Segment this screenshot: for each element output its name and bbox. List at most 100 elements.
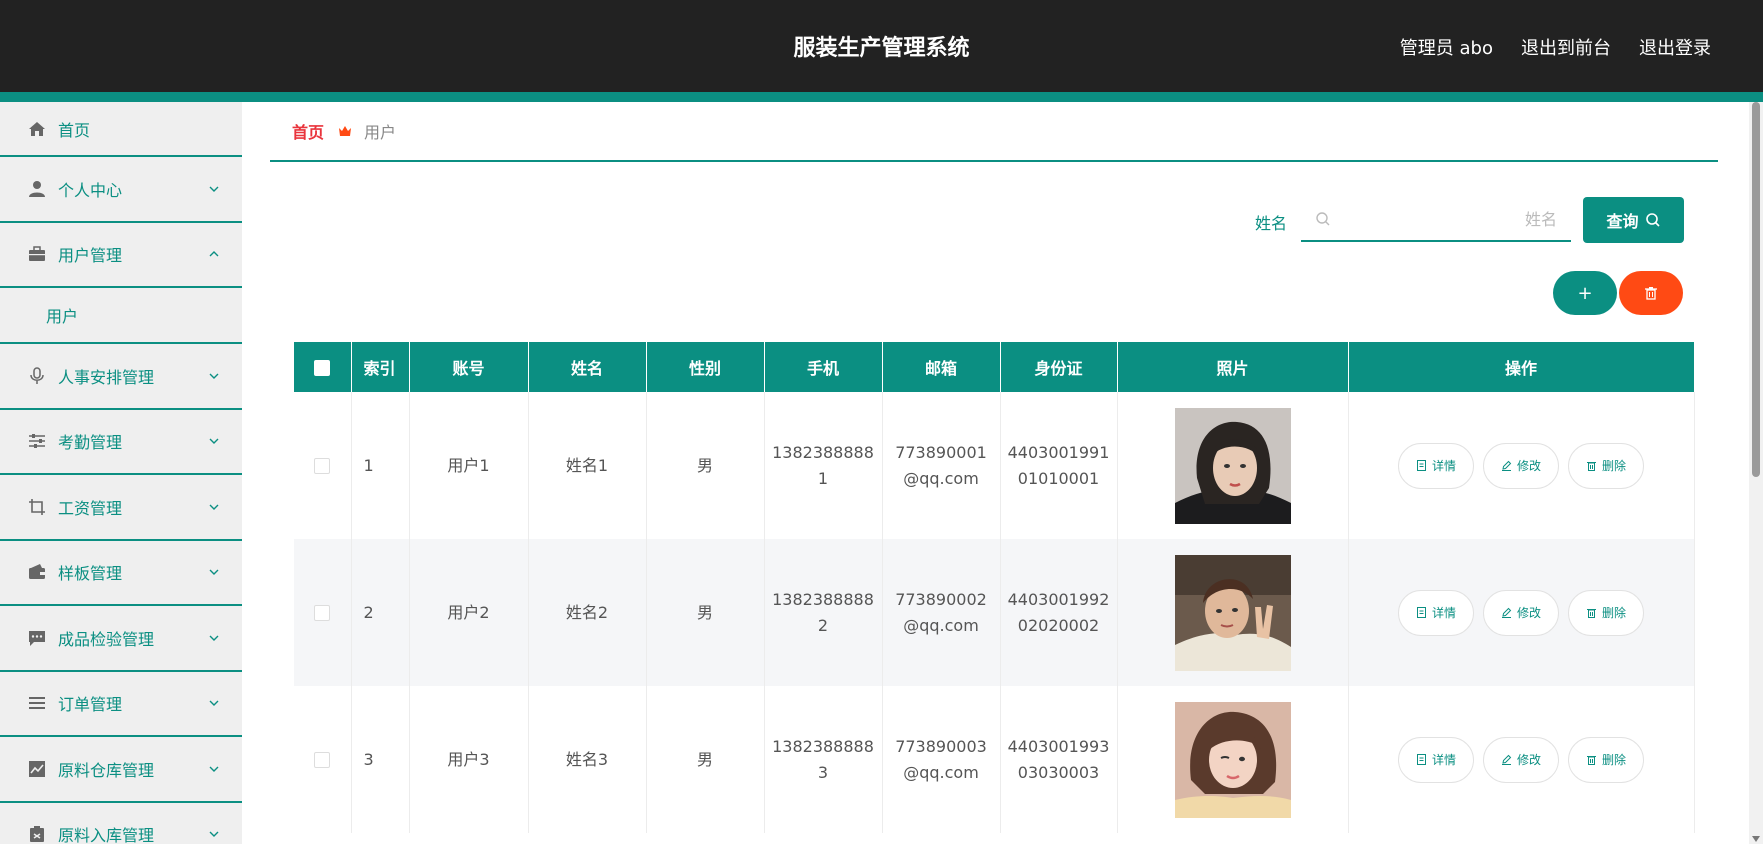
pencil-icon [1501,607,1512,618]
scrollbar-thumb[interactable] [1752,102,1760,477]
cell-actions: 详情 修改 删除 [1348,539,1695,686]
col-header-name: 姓名 [528,342,647,392]
sidebar-item-raw-warehouse[interactable]: 原料仓库管理 [0,737,242,803]
detail-button[interactable]: 详情 [1398,736,1474,783]
cell-phone: 1382388888 3 [764,686,883,833]
sidebar-item-home[interactable]: 首页 [0,102,242,157]
name-search-input[interactable] [1331,199,1571,239]
chevron-down-icon [209,569,219,576]
row-select-cell [294,686,352,833]
sliders-icon [28,432,46,450]
vertical-scrollbar[interactable] [1749,102,1763,844]
sidebar-subitem-users[interactable]: 用户 [0,288,242,344]
sidebar-item-salary[interactable]: 工资管理 [0,475,242,541]
id-line-2: 01010001 [1017,468,1100,488]
col-header-index: 索引 [351,342,410,392]
detail-button[interactable]: 详情 [1398,442,1474,489]
select-all-cell [294,342,352,392]
chevron-down-icon [209,700,219,707]
table-row: 3 用户3 姓名3 男 1382388888 3 773890003 @qq.com… [294,686,1695,833]
trash-icon [1586,462,1596,471]
cell-name: 姓名2 [528,539,647,686]
add-button[interactable]: + [1553,271,1617,315]
cell-photo [1117,539,1349,686]
edit-button[interactable]: 修改 [1483,442,1559,489]
search-icon [1316,212,1330,226]
sidebar-item-hr-arrangement[interactable]: 人事安排管理 [0,344,242,410]
col-header-actions: 操作 [1348,342,1695,392]
edit-button[interactable]: 修改 [1483,736,1559,783]
phone-line-1: 1382388888 [772,736,874,756]
sidebar-item-user-management[interactable]: 用户管理 [0,223,242,288]
sidebar-item-attendance[interactable]: 考勤管理 [0,410,242,475]
crown-icon [338,124,352,138]
row-checkbox[interactable] [314,605,331,621]
cell-id-card: 4403001992 02020002 [1000,539,1118,686]
sidebar-item-label: 人事安排管理 [58,367,155,387]
sidebar-item-raw-inbound[interactable]: 原料入库管理 [0,803,242,844]
query-button-label: 查询 [1606,212,1639,231]
sidebar-item-label: 样板管理 [58,564,123,584]
row-checkbox[interactable] [314,752,331,768]
phone-line-2: 1 [817,468,829,488]
cell-index: 1 [351,392,410,539]
top-bar: 服装生产管理系统 管理员 abo 退出到前台 退出登录 [0,0,1763,92]
sidebar-item-label: 用户管理 [58,246,123,266]
delete-button[interactable]: 删除 [1568,736,1644,783]
exit-to-front-link[interactable]: 退出到前台 [1521,34,1611,60]
detail-button-label: 详情 [1431,458,1456,473]
delete-button[interactable]: 删除 [1568,442,1644,489]
row-select-cell [294,392,352,539]
select-all-checkbox[interactable] [314,360,331,376]
document-icon [1416,754,1426,765]
cell-account: 用户2 [409,539,529,686]
sidebar-item-inspection[interactable]: 成品检验管理 [0,606,242,672]
col-header-id-card: 身份证 [1000,342,1118,392]
document-icon [1416,607,1426,618]
id-line-1: 4403001993 [1007,736,1110,756]
edit-button[interactable]: 修改 [1483,589,1559,636]
delete-button-label: 删除 [1601,752,1626,767]
chevron-down-icon [209,438,219,445]
sidebar-item-personal-center[interactable]: 个人中心 [0,157,242,223]
chevron-down-icon [209,635,219,641]
col-header-email: 邮箱 [882,342,1001,392]
phone-line-1: 1382388888 [772,442,874,462]
chart-icon [28,760,46,778]
phone-line-1: 1382388888 [772,589,874,609]
chevron-down-icon [209,186,219,192]
id-line-1: 4403001991 [1007,442,1110,462]
sidebar-item-orders[interactable]: 订单管理 [0,672,242,737]
admin-user-label[interactable]: 管理员 abo [1400,34,1493,60]
email-line-1: 773890001 [895,442,987,462]
sidebar-item-label: 原料仓库管理 [58,760,155,780]
delete-button[interactable]: 删除 [1568,589,1644,636]
col-header-phone: 手机 [764,342,883,392]
row-select-cell [294,539,352,686]
chevron-down-icon [209,373,219,379]
wallet-icon [28,563,46,581]
email-line-2: @qq.com [903,468,979,488]
person-icon [28,180,46,198]
sidebar-item-sample[interactable]: 样板管理 [0,541,242,606]
user-photo[interactable] [1174,701,1291,818]
email-line-1: 773890003 [895,736,987,756]
user-photo[interactable] [1174,554,1291,671]
crop-icon [28,498,46,516]
batch-delete-button[interactable] [1619,271,1683,315]
sidebar-item-label: 工资管理 [58,498,123,518]
col-header-account: 账号 [409,342,529,392]
edit-button-label: 修改 [1516,605,1541,620]
delete-button-label: 删除 [1601,458,1626,473]
pencil-icon [1501,754,1512,765]
logout-link[interactable]: 退出登录 [1639,34,1711,60]
breadcrumb-home-link[interactable]: 首页 [292,119,324,143]
row-checkbox[interactable] [314,458,331,474]
scroll-down-arrow-icon[interactable] [1752,836,1760,842]
microphone-icon [28,367,46,385]
detail-button[interactable]: 详情 [1398,589,1474,636]
search-label: 姓名 [1255,214,1288,233]
user-photo[interactable] [1174,407,1291,524]
query-button[interactable]: 查询 [1583,197,1684,243]
pencil-icon [1501,460,1512,471]
